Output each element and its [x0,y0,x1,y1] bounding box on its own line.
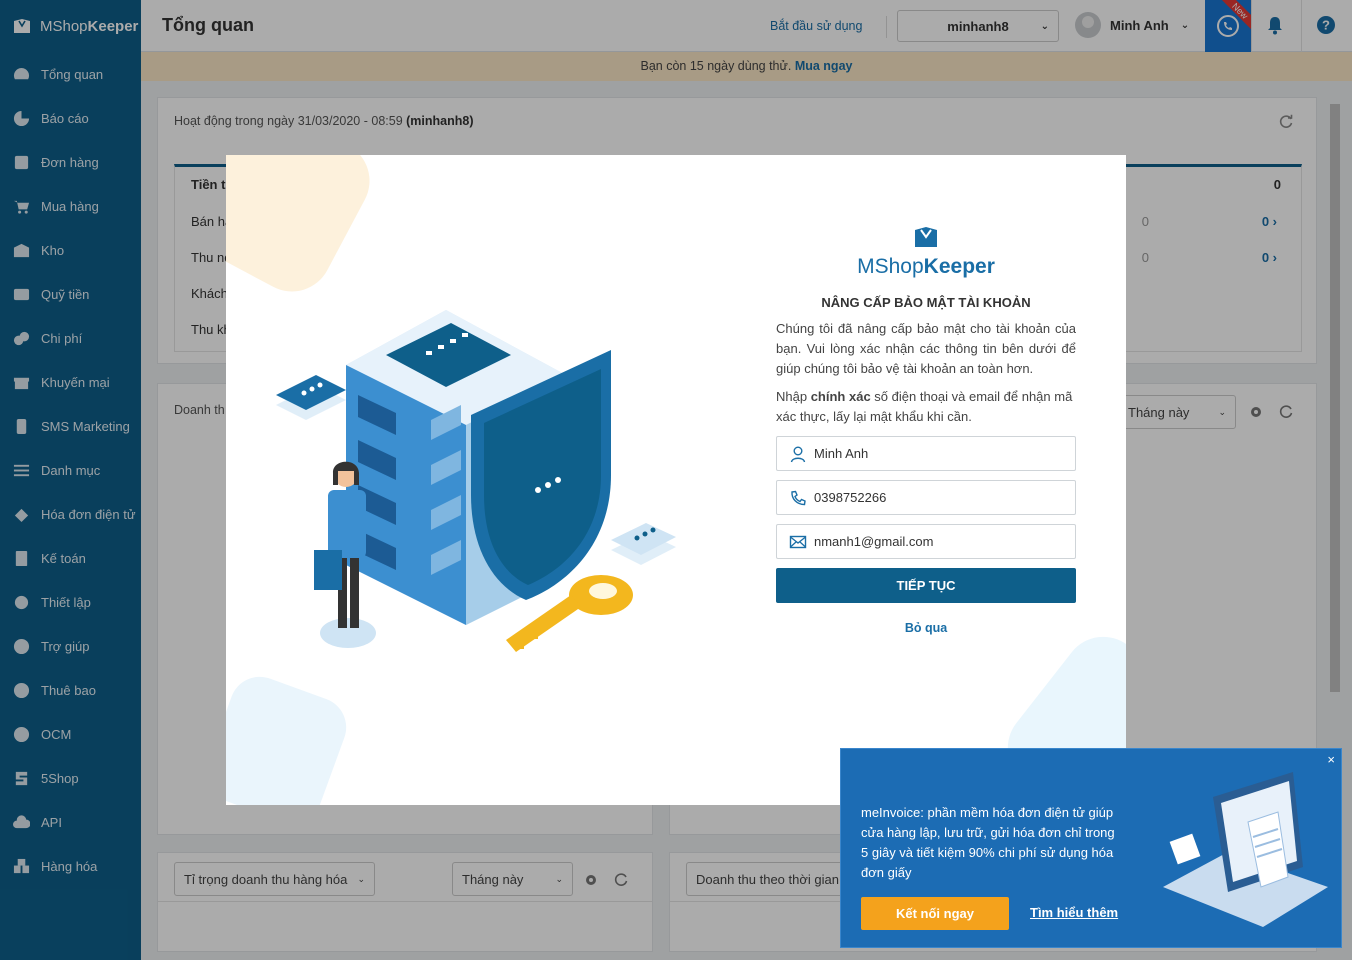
phone-field[interactable]: 0398752266 [776,480,1076,515]
decor-shape [226,155,384,306]
security-illustration [276,310,676,652]
decor-shape [226,668,355,805]
email-field-value: nmanh1@gmail.com [814,534,934,549]
promo-text: meInvoice: phần mềm hóa đơn điện tử giúp… [861,805,1115,880]
security-upgrade-modal: MShopKeeper NÂNG CẤP BẢO MẬT TÀI KHOẢN C… [226,155,1126,805]
modal-logo-light: MShop [857,255,924,278]
learn-more-link[interactable]: Tìm hiểu thêm [1030,905,1118,920]
modal-logo-bold: Keeper [923,255,995,278]
connect-now-button[interactable]: Kết nối ngay [861,897,1009,930]
continue-button[interactable]: TIẾP TỤC [776,568,1076,603]
phone-field-value: 0398752266 [814,490,887,505]
skip-link[interactable]: Bỏ qua [776,621,1076,635]
modal-title: NÂNG CẤP BẢO MẬT TÀI KHOẢN [821,295,1031,310]
modal-logo: MShopKeeper [776,225,1076,279]
modal-instruction: Nhập chính xác số điện thoại và email để… [776,389,1073,424]
laptop-illustration [1163,772,1328,927]
modal-description: Chúng tôi đã nâng cấp bảo mật cho tài kh… [776,321,1076,376]
security-form: MShopKeeper NÂNG CẤP BẢO MẬT TÀI KHOẢN C… [776,225,1076,635]
phone-icon [789,489,809,507]
envelope-icon [789,533,809,551]
meinvoice-promo: × meInvoice: phần mềm hóa đơn điện tử gi… [840,748,1342,948]
user-icon [789,445,809,463]
name-field-value: Minh Anh [814,446,869,461]
close-icon[interactable]: × [1327,752,1335,767]
name-field[interactable]: Minh Anh [776,436,1076,471]
email-field[interactable]: nmanh1@gmail.com [776,524,1076,559]
logo-icon [915,227,937,247]
